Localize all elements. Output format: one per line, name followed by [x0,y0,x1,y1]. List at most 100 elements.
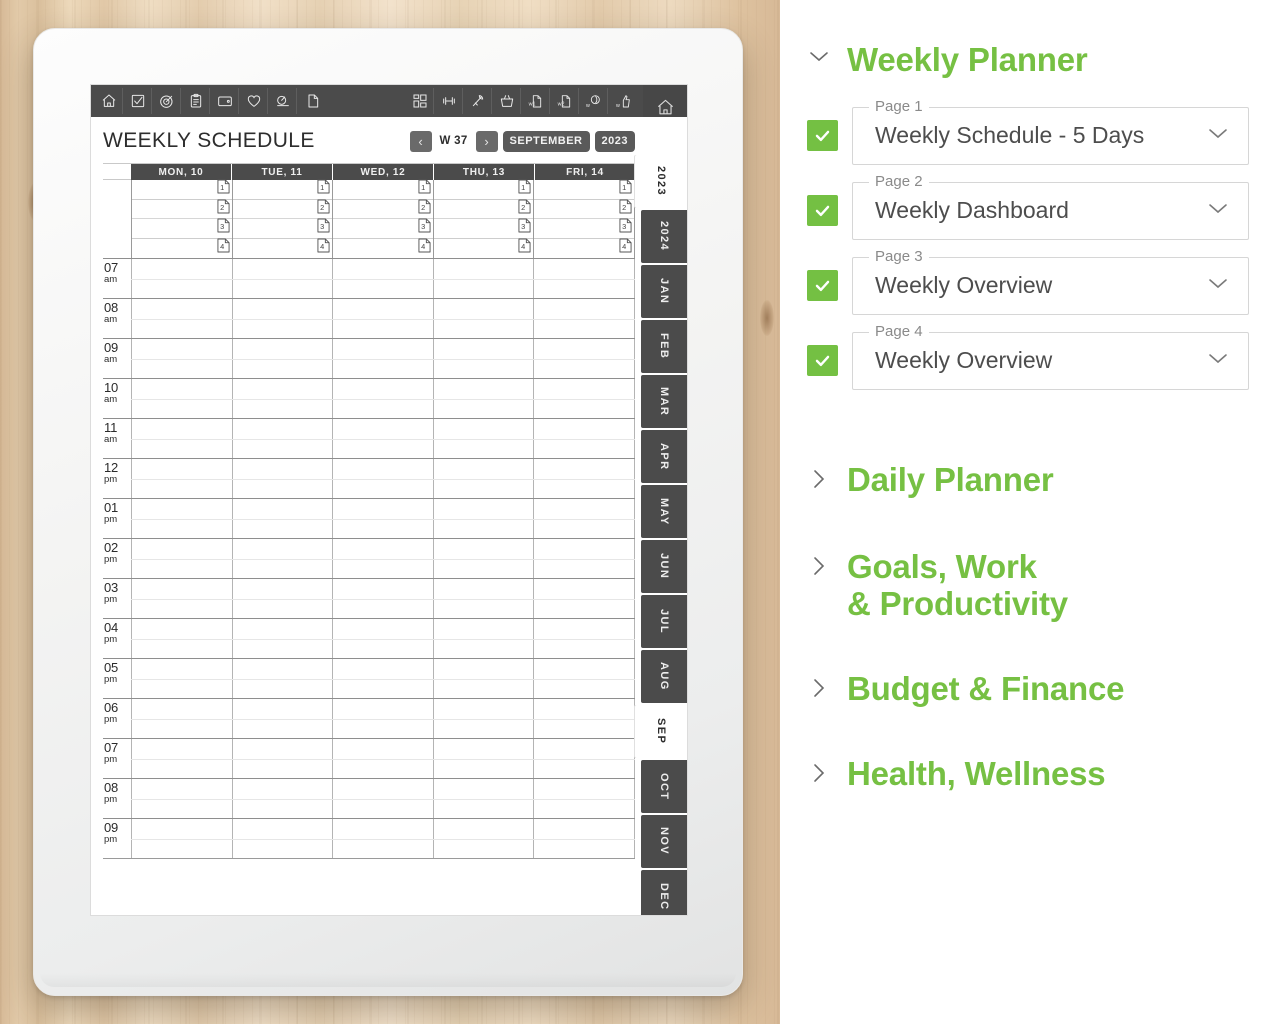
schedule-cell[interactable] [131,739,232,778]
page-2-checkbox[interactable] [807,195,838,227]
next-week-button[interactable]: › [475,130,498,152]
group-budget-finance[interactable]: Budget & Finance [780,670,1280,708]
month-tab-may[interactable]: MAY [641,485,687,538]
schedule-cell[interactable] [432,379,534,418]
task-document-icon[interactable]: 1 [619,179,632,199]
schedule-cell[interactable] [533,739,635,778]
task-document-icon[interactable]: 4 [418,238,431,258]
chevron-down-icon[interactable] [807,48,831,69]
schedule-cell[interactable] [432,459,534,498]
schedule-cell[interactable] [131,659,232,698]
task-slot[interactable]: 1 [433,179,534,200]
task-slot[interactable]: 4 [333,238,433,259]
schedule-cell[interactable] [231,779,333,818]
schedule-cell[interactable] [332,379,433,418]
schedule-cell[interactable] [432,739,534,778]
schedule-cell[interactable] [432,259,534,298]
schedule-cell[interactable] [533,419,635,458]
task-slot[interactable]: 4 [534,238,634,259]
schedule-cell[interactable] [432,539,534,578]
task-document-icon[interactable]: 3 [217,218,230,238]
schedule-cell[interactable] [533,299,635,338]
group-health-wellness[interactable]: Health, Wellness [780,755,1280,793]
nutrition-icon[interactable] [465,88,492,114]
task-document-icon[interactable]: 2 [418,199,431,219]
task-document-icon[interactable]: 4 [518,238,531,258]
schedule-cell[interactable] [432,339,534,378]
month-tab-2023[interactable]: 2023 [635,155,687,208]
finance-chart-icon[interactable] [270,88,297,114]
wallet-icon[interactable] [212,88,239,114]
schedule-cell[interactable] [432,699,534,738]
schedule-cell[interactable] [533,379,635,418]
schedule-cell[interactable] [432,779,534,818]
task-slot[interactable]: 3 [132,218,232,239]
schedule-cell[interactable] [332,739,433,778]
schedule-cell[interactable] [332,819,433,858]
chevron-right-icon[interactable] [807,555,831,582]
month-tab-2024[interactable]: 2024 [641,210,687,263]
schedule-cell[interactable] [231,539,333,578]
task-slot[interactable]: 3 [232,218,333,239]
task-slot[interactable]: 4 [132,238,232,259]
schedule-cell[interactable] [332,539,433,578]
task-document-icon[interactable]: 2 [317,199,330,219]
day-header-wed[interactable]: WED, 12 [333,164,434,180]
day-header-fri[interactable]: FRI, 14 [535,164,635,180]
month-tab-nov[interactable]: NOV [641,815,687,868]
task-document-icon[interactable]: 2 [518,199,531,219]
document-icon[interactable] [299,88,326,114]
schedule-cell[interactable] [332,499,433,538]
schedule-cell[interactable] [533,259,635,298]
schedule-cell[interactable] [533,339,635,378]
schedule-cell[interactable] [231,299,333,338]
task-slot[interactable]: 1 [132,179,232,200]
schedule-cell[interactable] [332,459,433,498]
schedule-cell[interactable] [332,259,433,298]
schedule-cell[interactable] [131,339,232,378]
schedule-cell[interactable] [332,779,433,818]
clipboard-icon[interactable] [183,88,210,114]
schedule-cell[interactable] [432,619,534,658]
basket-icon[interactable] [494,88,521,114]
schedule-cell[interactable] [131,779,232,818]
schedule-cell[interactable] [533,539,635,578]
month-tab-mar[interactable]: MAR [641,375,687,428]
schedule-cell[interactable] [332,619,433,658]
task-document-icon[interactable]: 3 [317,218,330,238]
month-badge[interactable]: SEPTEMBER [502,130,590,152]
schedule-cell[interactable] [332,339,433,378]
page-4-checkbox[interactable] [807,345,838,377]
chevron-down-icon[interactable] [1206,351,1230,371]
schedule-cell[interactable] [533,619,635,658]
task-document-icon[interactable]: 4 [619,238,632,258]
schedule-cell[interactable] [131,539,232,578]
schedule-cell[interactable] [231,699,333,738]
task-document-icon[interactable]: 1 [317,179,330,199]
task-slot[interactable]: 1 [534,179,634,200]
schedule-cell[interactable] [131,819,232,858]
schedule-cell[interactable] [533,699,635,738]
schedule-cell[interactable] [131,419,232,458]
schedule-cell[interactable] [231,579,333,618]
schedule-cell[interactable] [231,619,333,658]
group-daily-planner[interactable]: Daily Planner [780,461,1280,499]
schedule-cell[interactable] [231,739,333,778]
day-header-thu[interactable]: THU, 13 [434,164,535,180]
chevron-right-icon[interactable] [807,762,831,789]
week1-page-icon[interactable]: w1 [523,88,550,114]
prev-week-button[interactable]: ‹ [409,130,432,152]
month-tab-feb[interactable]: FEB [641,320,687,373]
month-tab-sep[interactable]: SEP [635,705,687,758]
schedule-cell[interactable] [231,339,333,378]
task-slot[interactable]: 3 [433,218,534,239]
checkbox-icon[interactable] [125,88,152,114]
schedule-cell[interactable] [332,419,433,458]
month-tab-dec[interactable]: DEC [641,870,687,915]
month-tab-apr[interactable]: APR [641,430,687,483]
schedule-cell[interactable] [231,459,333,498]
task-slot[interactable]: 3 [534,218,634,239]
task-slot[interactable]: 2 [333,199,433,219]
group-weekly-planner[interactable]: Weekly Planner [780,0,1280,79]
schedule-cell[interactable] [332,699,433,738]
